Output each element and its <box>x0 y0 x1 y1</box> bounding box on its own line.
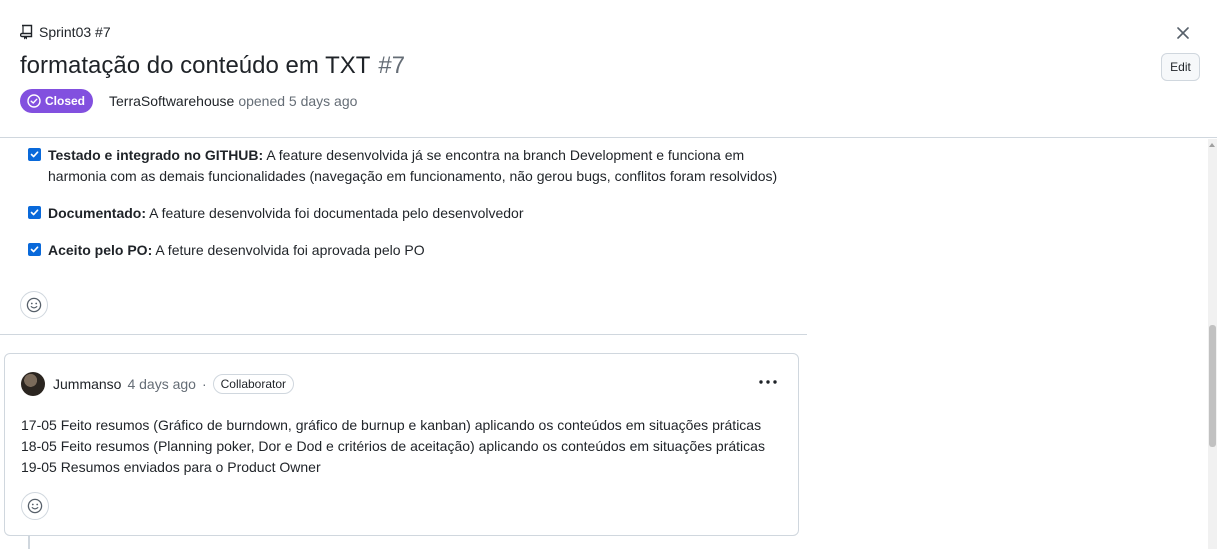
comment-body: 17-05 Feito resumos (Gráfico de burndown… <box>21 415 765 478</box>
comment-line: 19-05 Resumos enviados para o Product Ow… <box>21 459 321 475</box>
repo-breadcrumb[interactable]: Sprint03 #7 <box>20 24 111 40</box>
kebab-horizontal-icon <box>759 380 777 384</box>
repo-icon <box>20 24 33 40</box>
issue-body: Testado e integrado no GITHUB: A feature… <box>0 139 807 335</box>
close-button[interactable] <box>1172 22 1194 44</box>
issue-header: Sprint03 #7 formatação do conteúdo em TX… <box>0 0 1217 138</box>
opened-time: opened 5 days ago <box>238 93 358 109</box>
comment-author[interactable]: Jummanso <box>53 376 121 392</box>
smiley-icon <box>26 297 42 313</box>
task-item: Testado e integrado no GITHUB: A feature… <box>28 145 788 187</box>
avatar[interactable] <box>21 372 45 396</box>
comment-menu-button[interactable] <box>757 371 779 393</box>
task-bold-label: Aceito pelo PO: <box>48 242 153 258</box>
check-icon <box>30 151 39 158</box>
close-icon <box>1177 27 1189 39</box>
task-description: A feature desenvolvida já se encontra na… <box>263 147 745 163</box>
add-reaction-button[interactable] <box>21 492 49 520</box>
edit-button[interactable]: Edit <box>1161 53 1200 81</box>
issue-author[interactable]: TerraSoftwarehouse <box>109 93 234 109</box>
state-label: Closed <box>45 94 86 108</box>
task-item: Documentado: A feature desenvolvida foi … <box>28 203 788 224</box>
comment-line: 18-05 Feito resumos (Planning poker, Dor… <box>21 438 765 454</box>
task-text: Documentado: A feature desenvolvida foi … <box>48 203 524 224</box>
task-text: Testado e integrado no GITHUB: A feature… <box>48 145 777 187</box>
check-circle-icon <box>27 94 41 108</box>
scroll-up-arrow[interactable] <box>1209 143 1215 147</box>
role-badge: Collaborator <box>212 374 295 394</box>
task-checkbox[interactable] <box>28 243 41 256</box>
separator-dot: · <box>201 376 207 392</box>
task-description: A feture desenvolvida foi aprovada pelo … <box>152 242 425 258</box>
issue-title: formatação do conteúdo em TXT #7 <box>20 52 405 80</box>
comment-header: Jummanso 4 days ago · Collaborator <box>21 372 295 396</box>
task-item: Aceito pelo PO: A feture desenvolvida fo… <box>28 240 788 261</box>
issue-title-text: formatação do conteúdo em TXT <box>20 52 371 79</box>
check-icon <box>30 209 39 216</box>
check-icon <box>30 246 39 253</box>
comment-time[interactable]: 4 days ago <box>127 376 196 392</box>
add-reaction-button[interactable] <box>20 291 48 319</box>
task-description: A feature desenvolvida foi documentada p… <box>146 205 524 221</box>
task-bold-label: Documentado: <box>48 205 146 221</box>
issue-meta: Closed TerraSoftwarehouse opened 5 days … <box>20 89 357 113</box>
issue-number: #7 <box>378 52 406 79</box>
issue-content: Testado e integrado no GITHUB: A feature… <box>0 139 1208 549</box>
task-text: Aceito pelo PO: A feture desenvolvida fo… <box>48 240 425 261</box>
repo-label: Sprint03 #7 <box>39 24 111 40</box>
task-checkbox[interactable] <box>28 206 41 219</box>
state-badge: Closed <box>20 89 94 113</box>
task-bold-label: Testado e integrado no GITHUB: <box>48 147 264 163</box>
task-description-cont: harmonia com as demais funcionalidades (… <box>48 168 778 184</box>
comment-card: Jummanso 4 days ago · Collaborator 17-05… <box>4 353 799 536</box>
comment-line: 17-05 Feito resumos (Gráfico de burndown… <box>21 417 762 433</box>
task-checkbox[interactable] <box>28 148 41 161</box>
scroll-thumb[interactable] <box>1209 325 1216 447</box>
smiley-icon <box>27 498 43 514</box>
vertical-scrollbar[interactable] <box>1208 139 1217 549</box>
